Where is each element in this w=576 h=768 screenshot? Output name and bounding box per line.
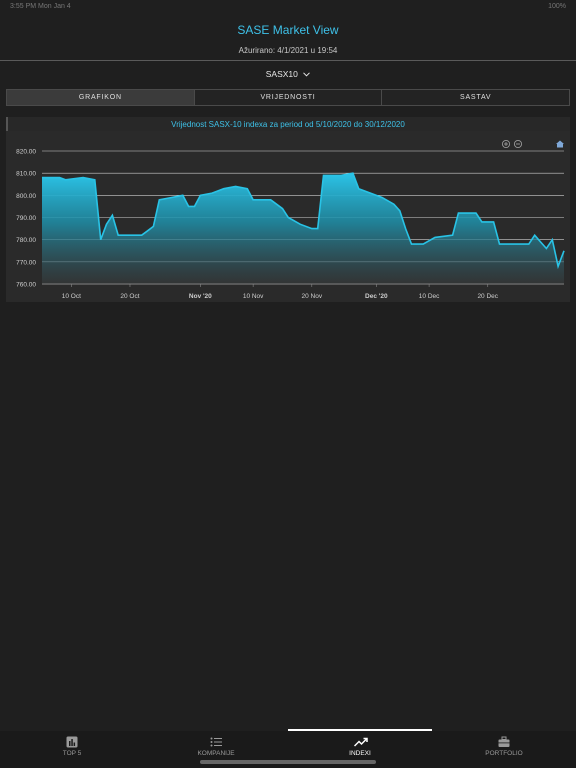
tab-portfolio-label: PORTFOLIO: [485, 750, 523, 757]
y-tick-label: 780.00: [16, 237, 36, 244]
x-tick-label: 20 Nov: [301, 293, 322, 300]
zoom-in-icon[interactable]: [501, 139, 511, 149]
x-axis-labels: 10 Oct 20 Oct Nov '20 10 Nov 20 Nov Dec '20 10…: [62, 284, 499, 300]
tab-top5[interactable]: TOP 5: [0, 731, 144, 768]
zoom-out-icon[interactable]: [513, 139, 523, 149]
y-tick-label: 790.00: [16, 215, 36, 222]
x-tick-label: 20 Dec: [477, 293, 498, 300]
y-axis-labels: 760.00 770.00 780.00 790.00 800.00 810.00 820.…: [16, 149, 36, 289]
tab-kompanije-label: KOMPANIJE: [197, 750, 235, 757]
index-chart[interactable]: 760.00 770.00 780.00 790.00 800.00 810.00 820.…: [0, 0, 576, 310]
bar-chart-icon: [66, 736, 78, 748]
y-tick-label: 800.00: [16, 193, 36, 200]
tab-portfolio[interactable]: PORTFOLIO: [432, 731, 576, 768]
y-tick-label: 770.00: [16, 259, 36, 266]
list-icon: [210, 736, 222, 748]
y-tick-label: 810.00: [16, 171, 36, 178]
briefcase-icon: [498, 736, 510, 748]
y-tick-label: 760.00: [16, 282, 36, 289]
home-icon[interactable]: [556, 140, 564, 148]
x-tick-label: 10 Dec: [419, 293, 440, 300]
area-fill: [42, 173, 564, 284]
trend-icon: [353, 736, 368, 748]
tab-indexi-label: INDEXI: [349, 750, 371, 757]
x-tick-label: 10 Oct: [62, 293, 81, 300]
y-tick-label: 820.00: [16, 149, 36, 156]
x-tick-label: 20 Oct: [120, 293, 139, 300]
x-tick-label: Dec '20: [365, 293, 388, 300]
tab-top5-label: TOP 5: [62, 750, 82, 757]
x-tick-label: 10 Nov: [243, 293, 264, 300]
x-tick-label: Nov '20: [189, 293, 212, 300]
home-indicator: [200, 760, 376, 764]
